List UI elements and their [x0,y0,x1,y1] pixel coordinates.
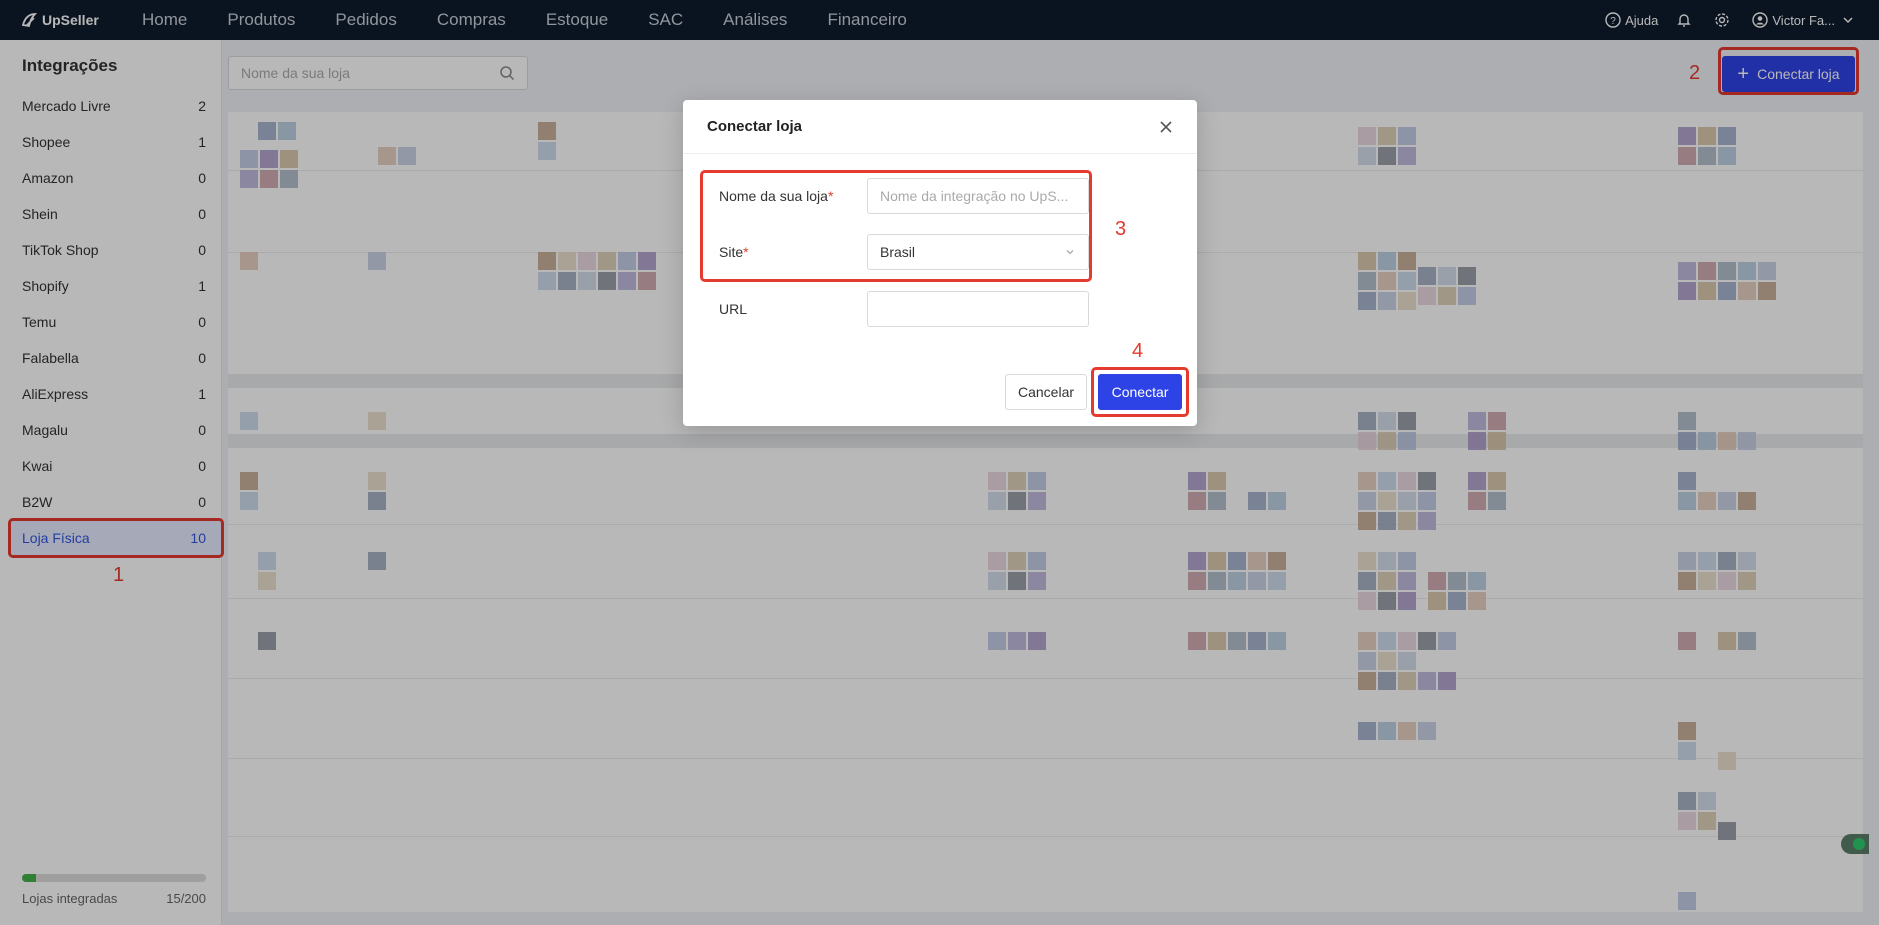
modal-title: Conectar loja [707,118,803,135]
annotation-box-4 [1091,367,1189,417]
annotation-box-3 [700,170,1092,282]
close-icon[interactable] [1159,120,1173,134]
url-label: URL [719,301,748,317]
modal-header: Conectar loja [683,100,1197,154]
annotation-number-3: 3 [1115,218,1127,240]
url-row: URL [719,291,1089,327]
annotation-number-4: 4 [1132,340,1144,362]
url-input[interactable] [880,301,1076,317]
url-field [867,291,1089,327]
connect-store-modal: Conectar loja Nome da sua loja* Site* Br… [683,100,1197,426]
cancel-button[interactable]: Cancelar [1005,374,1087,410]
